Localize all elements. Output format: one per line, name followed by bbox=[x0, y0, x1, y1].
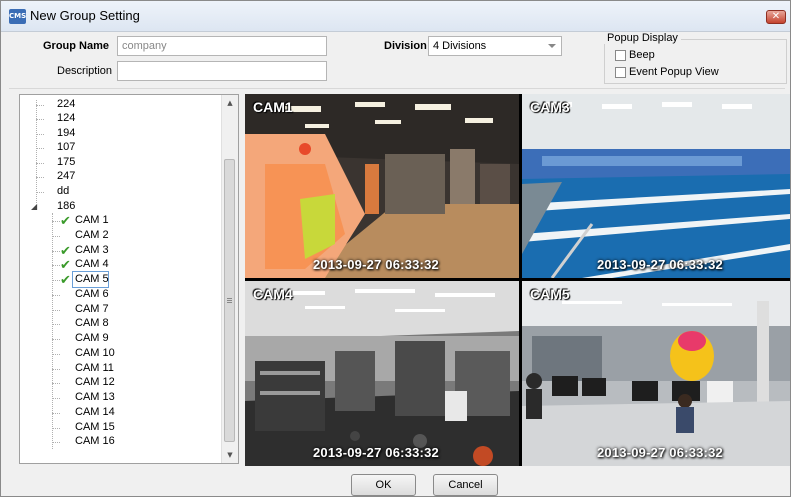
scroll-thumb[interactable] bbox=[224, 159, 235, 442]
beep-label: Beep bbox=[629, 49, 655, 61]
camera-view-cam4[interactable]: CAM4 2013-09-27 06:33:32 bbox=[245, 281, 519, 466]
camera-timestamp: 2013-09-27 06:33:32 bbox=[597, 257, 723, 272]
camera-timestamp: 2013-09-27 06:33:32 bbox=[313, 257, 439, 272]
camera-label: CAM1 bbox=[253, 99, 293, 115]
chevron-down-icon bbox=[548, 44, 556, 48]
office-scene-image bbox=[522, 281, 790, 466]
group-name-label: Group Name bbox=[43, 40, 110, 52]
event-popup-view-checkbox[interactable] bbox=[615, 67, 626, 78]
beep-checkbox[interactable] bbox=[615, 50, 626, 61]
checkmark-icon[interactable]: ✔ bbox=[60, 274, 71, 287]
division-value: 4 Divisions bbox=[433, 40, 487, 52]
video-grid: CAM1 2013-09-27 06:33:32 CAM3 2013-09-27… bbox=[245, 94, 790, 466]
camera-view-cam5[interactable]: CAM5 2013-09-27 06:33:32 bbox=[522, 281, 790, 466]
camera-view-cam1[interactable]: CAM1 2013-09-27 06:33:32 bbox=[245, 94, 519, 278]
window-title: New Group Setting bbox=[30, 8, 140, 23]
tree-item-cam-11[interactable]: CAM 11 bbox=[75, 361, 114, 376]
tree-scrollbar[interactable]: ▲ ▼ bbox=[221, 95, 238, 463]
popup-display-title: Popup Display bbox=[604, 32, 681, 44]
checkmark-icon[interactable]: ✔ bbox=[60, 245, 71, 258]
close-button[interactable]: ✕ bbox=[766, 10, 786, 24]
cms-app-icon: CMS bbox=[9, 9, 26, 24]
tree-item-107[interactable]: 107 bbox=[57, 140, 75, 155]
cancel-button[interactable]: Cancel bbox=[433, 474, 498, 496]
tree-item-cam-10[interactable]: CAM 10 bbox=[75, 346, 115, 361]
checkmark-icon[interactable]: ✔ bbox=[60, 215, 71, 228]
camera-timestamp: 2013-09-27 06:33:32 bbox=[597, 445, 723, 460]
description-input[interactable] bbox=[117, 61, 327, 81]
tree-item-247[interactable]: 247 bbox=[57, 169, 75, 184]
checkmark-icon[interactable]: ✔ bbox=[60, 259, 71, 272]
tree-item-186[interactable]: 186 bbox=[57, 199, 75, 214]
tree-item-cam-1[interactable]: CAM 1 bbox=[75, 213, 109, 228]
tree-item-194[interactable]: 194 bbox=[57, 126, 75, 141]
camera-tree: 224 124 194 107 175 247 dd ◢ 186 ✔ CAM 1… bbox=[19, 94, 239, 464]
tree-item-cam-14[interactable]: CAM 14 bbox=[75, 405, 115, 420]
tree-item-cam-7[interactable]: CAM 7 bbox=[75, 302, 109, 317]
title-bar: CMS New Group Setting ✕ bbox=[1, 1, 790, 32]
tree-item-dd[interactable]: dd bbox=[57, 184, 69, 199]
camera-view-cam3[interactable]: CAM3 2013-09-27 06:33:32 bbox=[522, 94, 790, 278]
tree-item-cam-5[interactable]: CAM 5 bbox=[75, 272, 109, 287]
pool-scene-image bbox=[522, 94, 790, 278]
camera-label: CAM3 bbox=[530, 99, 570, 115]
tree-item-cam-9[interactable]: CAM 9 bbox=[75, 331, 109, 346]
tree-item-cam-3[interactable]: CAM 3 bbox=[75, 243, 109, 258]
scroll-up-arrow-icon[interactable]: ▲ bbox=[222, 95, 238, 111]
tree-item-cam-12[interactable]: CAM 12 bbox=[75, 375, 115, 390]
lobby-scene-image bbox=[245, 94, 519, 278]
camera-label: CAM5 bbox=[530, 286, 570, 302]
divider bbox=[9, 88, 785, 89]
tree-item-cam-16[interactable]: CAM 16 bbox=[75, 434, 115, 449]
collapse-triangle-icon[interactable]: ◢ bbox=[31, 199, 37, 214]
tree-item-cam-15[interactable]: CAM 15 bbox=[75, 420, 115, 435]
tree-item-124[interactable]: 124 bbox=[57, 111, 75, 126]
tree-item-cam-6[interactable]: CAM 6 bbox=[75, 287, 109, 302]
description-label: Description bbox=[57, 65, 113, 77]
ok-button[interactable]: OK bbox=[351, 474, 416, 496]
tree-item-cam-8[interactable]: CAM 8 bbox=[75, 316, 109, 331]
tree-item-cam-4[interactable]: CAM 4 bbox=[75, 257, 109, 272]
group-setting-dialog: CMS New Group Setting ✕ Group Name compa… bbox=[0, 0, 791, 497]
tree-item-cam-2[interactable]: CAM 2 bbox=[75, 228, 109, 243]
tree-item-224[interactable]: 224 bbox=[57, 97, 75, 112]
camera-label: CAM4 bbox=[253, 286, 293, 302]
division-select[interactable]: 4 Divisions bbox=[428, 36, 562, 56]
gym-scene-image bbox=[245, 281, 519, 466]
tree-item-cam-13[interactable]: CAM 13 bbox=[75, 390, 115, 405]
camera-timestamp: 2013-09-27 06:33:32 bbox=[313, 445, 439, 460]
scroll-down-arrow-icon[interactable]: ▼ bbox=[222, 447, 238, 463]
event-popup-view-label: Event Popup View bbox=[629, 66, 719, 78]
division-label: Division bbox=[384, 40, 427, 52]
tree-item-175[interactable]: 175 bbox=[57, 155, 75, 170]
group-name-input[interactable]: company bbox=[117, 36, 327, 56]
